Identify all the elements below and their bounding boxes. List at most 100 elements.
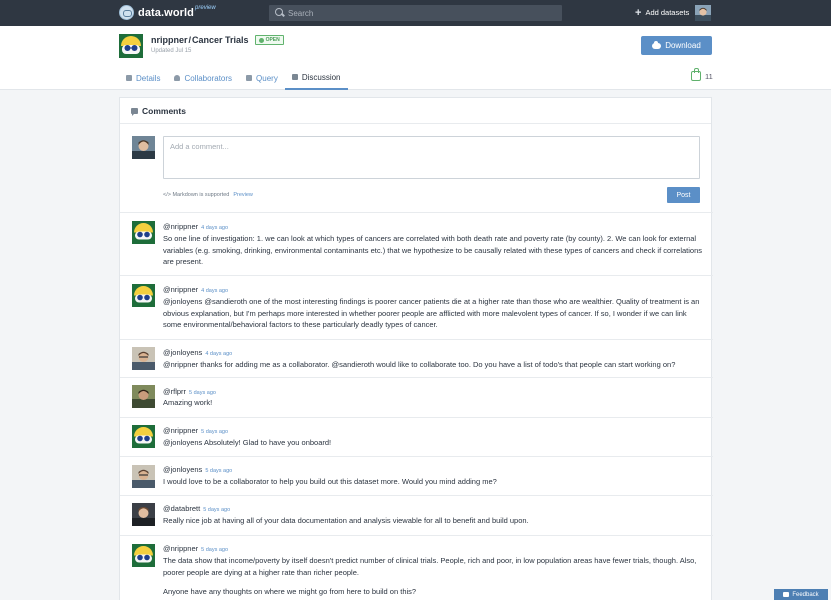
comment-body: So one line of investigation: 1. we can … <box>163 234 703 266</box>
add-datasets-label: Add datasets <box>645 8 690 17</box>
comment-input[interactable] <box>163 136 700 179</box>
open-badge-label: OPEN <box>265 37 280 43</box>
comment-body-paragraph: Anyone have any thoughts on where we mig… <box>163 587 417 596</box>
globe-icon <box>258 37 264 43</box>
tab-collaborators-label: Collaborators <box>184 73 233 83</box>
comment-author: @databrett 5 days ago <box>163 504 230 513</box>
data-world-logo[interactable]: data.world preview <box>119 5 216 20</box>
comment-username[interactable]: @nrippner <box>163 222 198 231</box>
comment-author: @jonloyens 4 days ago <box>163 348 232 357</box>
dataset-tabs: Details Collaborators Query Discussion <box>119 66 348 90</box>
comment-time: 5 days ago <box>205 468 233 474</box>
markdown-note: </> Markdown is supported Preview <box>163 192 253 198</box>
comment-time: 5 days ago <box>201 429 229 435</box>
current-user-avatar <box>132 136 155 159</box>
comment-author: @rflprr 5 days ago <box>163 387 216 396</box>
thumbs-up-icon <box>691 68 701 81</box>
comment-item: @rflprr 5 days ago Amazing work! <box>120 377 713 417</box>
plus-icon: + <box>635 6 642 19</box>
cloud-download-icon <box>652 40 662 49</box>
comments-title: Comments <box>142 105 186 116</box>
comment-item: @databrett 5 days ago Really nice job at … <box>120 495 713 535</box>
dataset-owner-avatar[interactable] <box>119 34 143 58</box>
comment-item: @nrippner 5 days ago The data show that i… <box>120 535 713 600</box>
commenter-avatar[interactable] <box>132 347 155 370</box>
tab-details-label: Details <box>136 73 161 83</box>
tab-query-label: Query <box>256 73 278 83</box>
commenter-avatar[interactable] <box>132 503 155 526</box>
comment-body: Amazing work! <box>163 398 213 407</box>
top-navbar: data.world preview + Add datasets <box>0 0 831 26</box>
comment-username[interactable]: @databrett <box>163 504 200 513</box>
comment-time: 5 days ago <box>203 507 231 513</box>
tab-discussion[interactable]: Discussion <box>284 66 348 90</box>
comment-time: 4 days ago <box>205 351 233 357</box>
comment-author: @jonloyens 5 days ago <box>163 465 232 474</box>
person-icon <box>174 75 181 81</box>
comment-item: @jonloyens 5 days ago I would love to be … <box>120 456 713 495</box>
comment-time: 4 days ago <box>201 288 229 294</box>
comments-panel: Comments </> Markdown is supportedPrevie… <box>119 97 713 600</box>
dataset-title: nrippner / Cancer Trials OPEN <box>151 35 284 45</box>
preview-link[interactable]: Preview <box>233 192 253 198</box>
download-button[interactable]: Download <box>641 36 712 55</box>
feedback-label: Feedback <box>792 591 819 598</box>
comment-icon <box>131 107 138 116</box>
comment-body: @jonloyens Absolutely! Glad to have you … <box>163 438 332 447</box>
comment-item: @nrippner 4 days ago So one line of inves… <box>120 212 713 275</box>
commenter-avatar[interactable] <box>132 385 155 408</box>
comment-username[interactable]: @nrippner <box>163 426 198 435</box>
feedback-button[interactable]: Feedback <box>774 589 828 600</box>
logo-icon <box>119 5 134 20</box>
comment-body: I would love to be a collaborator to hel… <box>163 477 497 486</box>
comment-username[interactable]: @rflprr <box>163 387 186 396</box>
comment-time: 5 days ago <box>201 547 229 553</box>
tab-discussion-label: Discussion <box>301 72 341 82</box>
tab-collaborators[interactable]: Collaborators <box>167 66 239 90</box>
comment-item: @nrippner 5 days ago @jonloyens Absolutel… <box>120 417 713 456</box>
comment-item: @jonloyens 4 days ago @nrippner thanks fo… <box>120 339 713 377</box>
markdown-note-text: </> Markdown is supported <box>163 192 230 198</box>
commenter-avatar[interactable] <box>132 465 155 488</box>
comment-author: @nrippner 5 days ago <box>163 426 228 435</box>
commenter-avatar[interactable] <box>132 425 155 448</box>
post-button[interactable]: Post <box>667 187 700 203</box>
add-datasets-button[interactable]: + Add datasets <box>635 6 690 19</box>
comment-body: Really nice job at having all of your da… <box>163 516 529 525</box>
logo-text: data.world <box>138 6 195 19</box>
comment-username[interactable]: @jonloyens <box>163 348 202 357</box>
comment-item: @nrippner 4 days ago @jonloyens @sandiero… <box>120 275 713 339</box>
comment-time: 5 days ago <box>189 390 216 396</box>
preview-tag: preview <box>195 4 216 11</box>
dataset-header: nrippner / Cancer Trials OPEN Updated Ju… <box>0 26 831 90</box>
comment-username[interactable]: @nrippner <box>163 544 198 553</box>
search-bar[interactable] <box>269 5 562 21</box>
dataset-owner[interactable]: nrippner <box>151 35 188 45</box>
download-label: Download <box>665 41 701 50</box>
comment-time: 4 days ago <box>201 225 229 231</box>
comment-body: @nrippner thanks for adding me as a coll… <box>163 360 676 369</box>
open-badge: OPEN <box>254 35 284 45</box>
list-icon <box>126 75 132 81</box>
comment-body: @jonloyens @sandieroth one of the most i… <box>163 297 700 329</box>
like-button[interactable]: 11 <box>691 68 713 81</box>
dataset-updated: Updated Jul 15 <box>151 48 192 54</box>
chat-bubble-icon <box>783 592 790 597</box>
comment-author: @nrippner 4 days ago <box>163 222 228 231</box>
comment-username[interactable]: @nrippner <box>163 285 198 294</box>
like-count: 11 <box>705 71 713 81</box>
dataset-name: Cancer Trials <box>192 35 249 45</box>
commenter-avatar[interactable] <box>132 221 155 244</box>
search-icon <box>275 8 283 16</box>
search-input[interactable] <box>288 5 548 21</box>
title-separator: / <box>188 35 192 45</box>
query-icon <box>246 75 253 81</box>
commenter-avatar[interactable] <box>132 544 155 567</box>
comment-body: The data show that income/poverty by its… <box>163 556 697 577</box>
comment-author: @nrippner 5 days ago <box>163 544 228 553</box>
comment-username[interactable]: @jonloyens <box>163 465 202 474</box>
commenter-avatar[interactable] <box>132 284 155 307</box>
tab-details[interactable]: Details <box>119 66 167 90</box>
user-avatar[interactable] <box>695 5 711 21</box>
tab-query[interactable]: Query <box>239 66 285 90</box>
